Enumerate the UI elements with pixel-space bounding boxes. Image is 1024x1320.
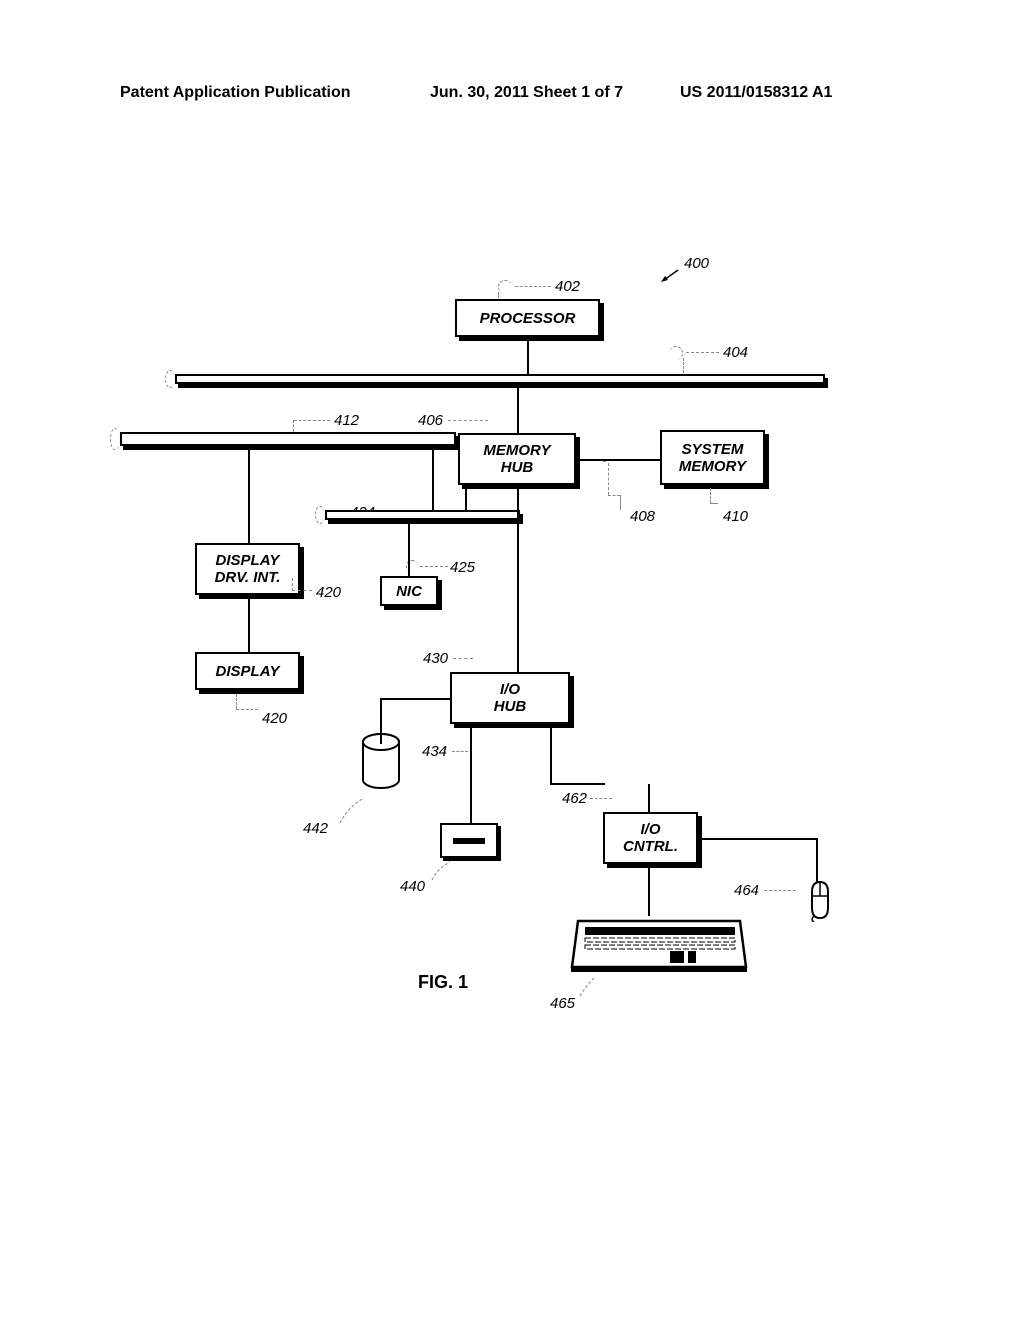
io-hub-label: I/O HUB [494,681,527,715]
ref-408: 408 [630,508,655,525]
figure-label: FIG. 1 [418,972,468,993]
bus-end-curve [165,370,175,388]
connector [465,488,467,511]
nic-label: NIC [396,583,422,600]
connector [580,459,660,461]
io-cntrl-label: I/O CNTRL. [623,821,678,855]
bus-bar-404 [175,374,825,384]
keyboard-icon [570,915,748,975]
ref-440: 440 [400,878,425,895]
leader-dash [608,495,620,496]
leader-dash [498,292,499,298]
nic-block: NIC [380,576,438,606]
system-memory-label: SYSTEM MEMORY [679,441,746,475]
bus-bar-412 [120,432,456,446]
connector [702,838,817,840]
ref-462: 462 [562,790,587,807]
ref-420a: 420 [316,584,341,601]
block-diagram: 400 402 PROCESSOR 404 406 412 MEMORY HUB… [120,250,900,1070]
arrow-icon [660,268,680,284]
leader-dash [620,495,621,510]
display-drv-block: DISPLAY DRV. INT. [195,543,300,595]
leader-dash [452,751,468,752]
connector [550,728,552,783]
ref-464: 464 [734,882,759,899]
ref-420b: 420 [262,710,287,727]
leader-dash [710,503,718,504]
leader-curve-icon [430,860,454,882]
leader-dash [686,352,719,353]
ref-400: 400 [684,255,709,272]
ref-442: 442 [303,820,328,837]
io-hub-block: I/O HUB [450,672,570,724]
ref-465: 465 [550,995,575,1012]
connector [380,698,450,700]
display-block: DISPLAY [195,652,300,690]
leader-curve [498,280,512,294]
leader-dash [293,420,294,432]
leader-dash [515,286,551,287]
leader-dash [453,658,473,659]
leader-dash [292,578,293,591]
memory-hub-block: MEMORY HUB [458,433,576,485]
leader-dash [420,566,448,567]
leader-dash [603,461,606,462]
leader-dash [236,694,237,709]
connector [517,488,519,673]
ref-412: 412 [334,412,359,429]
ref-425: 425 [450,559,475,576]
ref-430: 430 [423,650,448,667]
memory-hub-label: MEMORY HUB [483,442,550,476]
leader-dash [590,798,612,799]
ref-404: 404 [723,344,748,361]
processor-label: PROCESSOR [480,310,576,327]
connector [648,784,650,812]
header-left: Patent Application Publication [120,84,351,102]
connector [527,341,529,375]
bus-bar-424 [325,510,520,520]
connector [648,868,650,916]
ref-410: 410 [723,508,748,525]
ref-406: 406 [418,412,443,429]
bus-end-curve [315,506,325,524]
leader-dash [608,463,609,495]
leader-curve [669,346,683,360]
system-memory-block: SYSTEM MEMORY [660,430,765,485]
display-drv-label: DISPLAY DRV. INT. [215,552,281,586]
header-right: US 2011/0158312 A1 [680,84,832,102]
connector [550,783,605,785]
display-label: DISPLAY [216,663,280,680]
leader-dash [710,488,711,503]
leader-dash [236,709,258,710]
ref-402: 402 [555,278,580,295]
ref-434: 434 [422,743,447,760]
leader-curve-icon [338,795,368,825]
processor-block: PROCESSOR [455,299,600,337]
block-440 [440,823,498,858]
connector [248,449,250,544]
leader-dash [448,420,488,421]
header-center: Jun. 30, 2011 Sheet 1 of 7 [430,84,623,102]
storage-cylinder-icon [360,732,402,792]
connector [432,449,434,511]
connector [816,838,818,884]
connector [470,728,472,823]
leader-dash [683,358,684,373]
mouse-icon [804,880,834,922]
leader-dash [764,890,796,891]
connector [408,523,410,576]
leader-dash [294,420,330,421]
io-cntrl-block: I/O CNTRL. [603,812,698,864]
leader-curve-icon [578,976,598,998]
leader-dash [292,590,312,591]
connector [517,387,519,434]
connector [248,599,250,653]
bus-end-curve [110,428,120,450]
slot-icon [453,838,485,844]
